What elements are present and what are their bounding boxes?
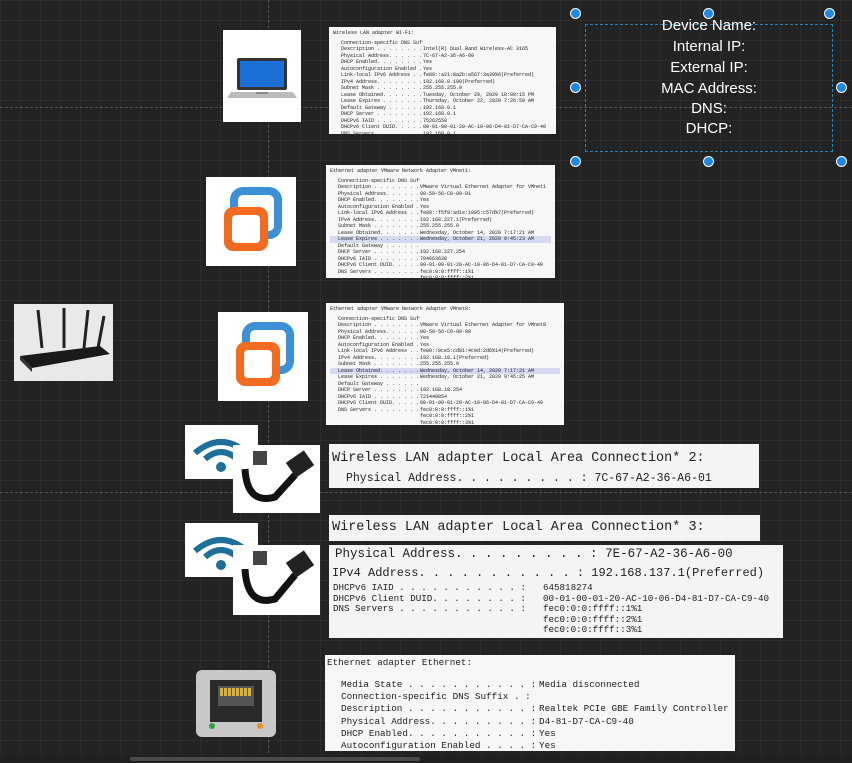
ipconfig-row: Media State . . . . . . . . . . . : Media… (341, 679, 729, 691)
row-label (338, 420, 420, 426)
horizontal-scrollbar[interactable] (0, 755, 852, 763)
physical-address-label: Physical Address. . . . . . . . . : (335, 547, 598, 561)
internal-ip-label[interactable]: Internal IP: (585, 38, 833, 56)
wifi-ethernet-icon[interactable] (185, 425, 320, 513)
row-label: Connection-specific DNS Suffix . : (341, 691, 531, 703)
ethernet-port-icon[interactable] (196, 670, 276, 737)
ipconfig-row: DHCPv6 IAID . . . . . . . . . . . : 64581… (333, 582, 769, 594)
ipconfig-row: Description . . . . . . . . . . . : Realt… (341, 703, 729, 715)
row-label: DNS Servers . . . . . . . . . . . : (341, 130, 423, 135)
resize-handle-top-left[interactable] (570, 8, 581, 19)
mac-address-label[interactable]: MAC Address: (585, 80, 833, 98)
row-value: Yes (539, 740, 556, 751)
adapter-title: Wireless LAN adapter Local Area Connecti… (332, 451, 705, 466)
lac3-physical-strip: Physical Address. . . . . . . . . : 7E-6… (329, 545, 783, 565)
row-value: Realtek PCIe GBE Family Controller (539, 703, 729, 715)
lac2-screenshot: Wireless LAN adapter Local Area Connecti… (329, 444, 759, 488)
row-label (333, 615, 543, 626)
physical-address-value: 7E-67-A2-36-A6-00 (605, 547, 733, 561)
row-label: DHCP Enabled. . . . . . . . . . . : (341, 727, 537, 739)
lac3-details: IPv4 Address. . . . . . . . . . . : 192.… (329, 565, 783, 638)
resize-handle-bottom-left[interactable] (570, 156, 581, 167)
row-value: 192.168.0.1 (423, 130, 457, 135)
resize-handle-right[interactable] (836, 82, 847, 93)
resize-handle-bottom-right[interactable] (836, 156, 847, 167)
ethernet-screenshot: Ethernet adapter Ethernet: Media State .… (325, 655, 735, 751)
vmware-icon[interactable] (218, 312, 308, 401)
ipconfig-row: DNS Servers . . . . . . . . . . . :192.1… (333, 131, 552, 135)
row-label: Description . . . . . . . . . . . : (341, 703, 537, 715)
wifi-ethernet-icon[interactable] (185, 523, 320, 615)
ipconfig-row: Physical Address. . . . . . . . . : D4-81… (341, 716, 729, 728)
adapter-title: Ethernet adapter VMware Network Adapter … (330, 306, 472, 312)
ipconfig-row: DHCP Enabled. . . . . . . . . . . :Yes (341, 728, 729, 740)
scrollbar-thumb[interactable] (130, 757, 420, 761)
ipconfig-row: Autoconfiguration Enabled . . . . :Yes (341, 740, 729, 751)
row-label: Media State . . . . . . . . . . . : (341, 679, 537, 690)
row-label (338, 275, 420, 278)
resize-handle-bottom[interactable] (703, 156, 714, 167)
resize-handle-top[interactable] (703, 8, 714, 19)
lac3-title-strip: Wireless LAN adapter Local Area Connecti… (329, 515, 760, 541)
guide-line (0, 492, 852, 493)
ipconfig-row: fec0:0:0:ffff::2%1 (330, 275, 551, 278)
row-value: Media disconnected (539, 679, 640, 690)
wifi-adapter-screenshot: Wireless LAN adapter Wi-Fi: Connection-s… (329, 27, 556, 134)
ipconfig-row: fec0:0:0:ffff::3%1 (333, 625, 769, 636)
laptop-icon[interactable] (223, 30, 301, 122)
router-icon[interactable] (14, 304, 113, 381)
adapter-title: Ethernet adapter VMware Network Adapter … (330, 168, 472, 174)
ipv4-address-value: 192.168.137.1(Preferred) (591, 566, 765, 580)
vmnet8-screenshot: Ethernet adapter VMware Network Adapter … (326, 303, 564, 425)
dhcp-label[interactable]: DHCP: (585, 120, 833, 138)
physical-address-value: 7C-67-A2-36-A6-01 (594, 472, 712, 485)
row-label: Physical Address. . . . . . . . . : (341, 715, 537, 727)
ipv4-address-label: IPv4 Address. . . . . . . . . . . : (332, 566, 585, 580)
device-name-label[interactable]: Device Name: (585, 17, 833, 35)
row-value: Wednesday, October 21, 2020 9:45:23 AM (420, 236, 535, 242)
physical-address-label: Physical Address. . . . . . . . . : (346, 472, 588, 485)
row-label: DNS Servers . . . . . . . . . . . : (333, 603, 526, 615)
row-value: fec0:0:0:ffff::2%1 (420, 275, 475, 278)
vmnet1-screenshot: Ethernet adapter VMware Network Adapter … (326, 165, 555, 278)
adapter-title: Ethernet adapter Ethernet: (327, 657, 473, 668)
row-label (333, 625, 543, 636)
row-value: D4-81-D7-CA-C9-40 (539, 715, 634, 727)
resize-handle-top-right[interactable] (824, 8, 835, 19)
row-value: Yes (539, 727, 556, 739)
row-value: fec0:0:0:ffff::3%1 (543, 624, 643, 636)
resize-handle-left[interactable] (570, 82, 581, 93)
dns-label[interactable]: DNS: (585, 100, 833, 118)
adapter-title: Wireless LAN adapter Local Area Connecti… (332, 520, 705, 535)
ipconfig-row: fec0:0:0:ffff::3%1 (330, 420, 560, 426)
ipconfig-row: Connection-specific DNS Suffix . : (341, 691, 729, 703)
row-value: Wednesday, October 21, 2020 9:45:25 AM (420, 374, 535, 380)
vmware-icon[interactable] (206, 177, 296, 266)
row-value: 645818274 (543, 582, 593, 593)
row-label: DHCPv6 IAID . . . . . . . . . . . : (333, 582, 526, 593)
row-value: fec0:0:0:ffff::3%1 (420, 419, 475, 426)
adapter-title: Wireless LAN adapter Wi-Fi: (333, 30, 415, 36)
row-label: Autoconfiguration Enabled . . . . : (341, 740, 537, 751)
external-ip-label[interactable]: External IP: (585, 59, 833, 77)
